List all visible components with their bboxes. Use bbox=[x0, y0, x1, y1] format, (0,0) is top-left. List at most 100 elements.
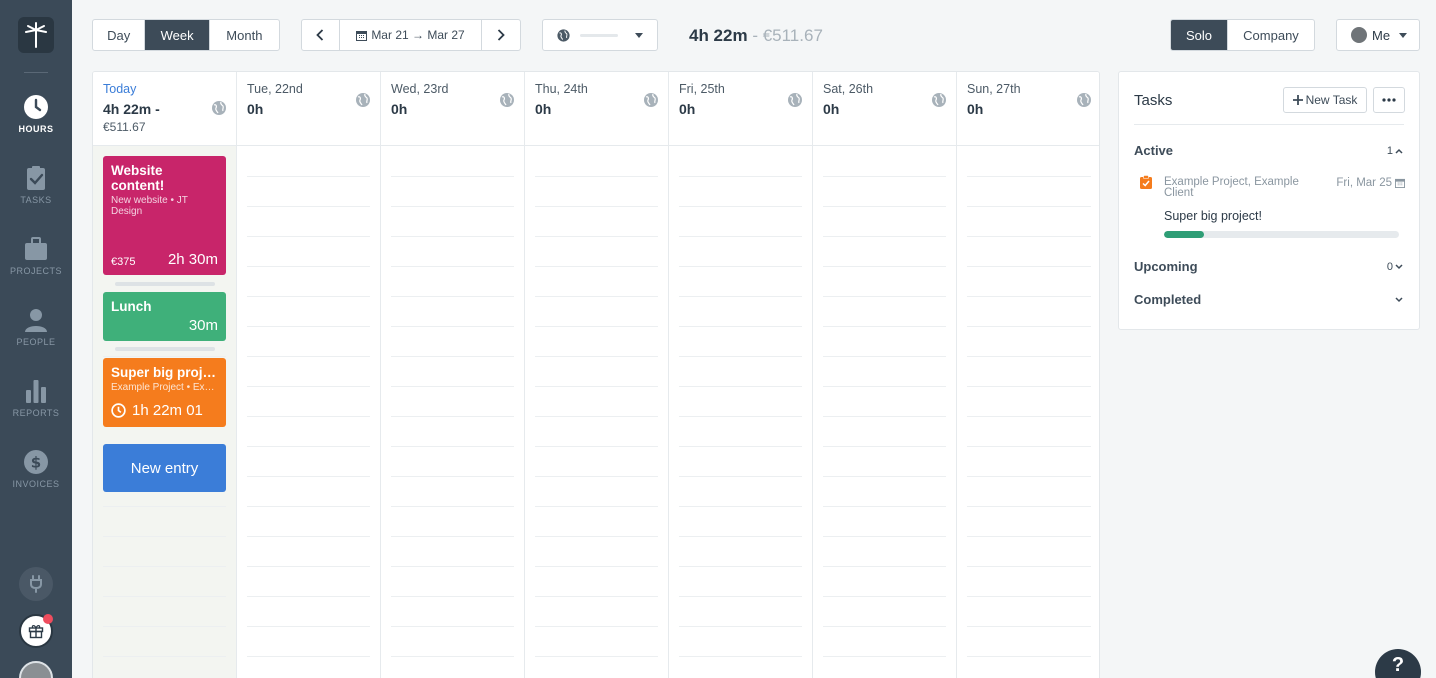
filter-dropdown[interactable] bbox=[542, 19, 658, 51]
task-item[interactable]: Example Project, Example Client Fri, Mar… bbox=[1139, 172, 1405, 242]
entry-title: Website content! bbox=[111, 163, 165, 193]
section-label: Completed bbox=[1134, 292, 1202, 307]
tasks-section-completed[interactable]: Completed bbox=[1134, 292, 1403, 307]
time-grid bbox=[679, 176, 802, 678]
sidebar-item-projects[interactable]: PROJECTS bbox=[0, 236, 72, 276]
view-switcher: Day Week Month bbox=[92, 19, 280, 51]
day-label: Tue, 22nd bbox=[247, 82, 303, 96]
week-total: 4h 22m - €511.67 bbox=[689, 26, 823, 46]
prev-week-button[interactable] bbox=[302, 20, 340, 50]
logo[interactable] bbox=[18, 17, 54, 53]
tasks-section-active[interactable]: Active 1 bbox=[1134, 143, 1403, 158]
time-entry-lunch[interactable]: Lunch 30m bbox=[103, 292, 226, 341]
user-dropdown-label: Me bbox=[1372, 27, 1391, 43]
section-count: 1 bbox=[1386, 144, 1393, 157]
entry-resize-handle[interactable] bbox=[115, 282, 215, 286]
time-entry-super-big-project[interactable]: Super big project! Example Project • Exa… bbox=[103, 358, 226, 427]
task-clipboard-icon bbox=[1140, 175, 1152, 189]
sidebar-divider bbox=[24, 72, 48, 73]
task-name: Super big project! bbox=[1164, 209, 1262, 223]
task-progress-fill bbox=[1164, 231, 1204, 238]
globe-icon[interactable] bbox=[499, 92, 515, 108]
sidebar: HOURS TASKS PROJECTS PEOPLE REPORTS $ IN… bbox=[0, 0, 72, 678]
more-options-button[interactable] bbox=[1373, 87, 1405, 113]
day-column-tue[interactable]: Tue, 22nd 0h bbox=[237, 72, 381, 678]
user-dropdown[interactable]: Me bbox=[1336, 19, 1420, 51]
notification-badge bbox=[43, 614, 53, 624]
task-progress-bar bbox=[1164, 231, 1399, 238]
sidebar-item-label: PROJECTS bbox=[9, 266, 62, 276]
entry-duration: 2h 30m bbox=[167, 251, 218, 268]
sidebar-item-people[interactable]: PEOPLE bbox=[0, 307, 72, 347]
day-hours: 0h bbox=[535, 101, 552, 117]
day-header: Thu, 24th 0h bbox=[525, 72, 668, 146]
calendar-icon bbox=[356, 30, 368, 41]
user-avatar[interactable] bbox=[19, 661, 53, 678]
section-label: Upcoming bbox=[1134, 259, 1198, 274]
calendar-icon bbox=[1395, 178, 1405, 188]
running-timer[interactable]: 1h 22m 01 bbox=[111, 402, 203, 419]
sidebar-item-label: INVOICES bbox=[12, 479, 60, 489]
help-button[interactable]: ? bbox=[1375, 649, 1421, 678]
tasks-panel: Tasks New Task Active 1 Example Project,… bbox=[1118, 71, 1420, 330]
chevron-down-icon bbox=[1395, 263, 1403, 269]
new-task-button[interactable]: New Task bbox=[1283, 87, 1367, 113]
day-hours: 0h bbox=[967, 101, 984, 117]
day-header: Today 4h 22m - €511.67 bbox=[93, 72, 236, 146]
day-hours: 4h 22m - bbox=[103, 101, 160, 117]
whats-new-button[interactable] bbox=[19, 614, 53, 648]
day-column-wed[interactable]: Wed, 23rd 0h bbox=[381, 72, 525, 678]
chevron-left-icon bbox=[316, 29, 324, 41]
time-grid bbox=[247, 176, 370, 678]
sidebar-item-invoices[interactable]: $ INVOICES bbox=[0, 449, 72, 489]
day-column-today[interactable]: Today 4h 22m - €511.67 Website content! … bbox=[93, 72, 237, 678]
globe-icon[interactable] bbox=[931, 92, 947, 108]
day-column-sun[interactable]: Sun, 27th 0h bbox=[957, 72, 1099, 678]
globe-icon[interactable] bbox=[1076, 92, 1092, 108]
new-task-label: New Task bbox=[1305, 93, 1358, 107]
section-label: Active bbox=[1134, 143, 1174, 158]
sidebar-item-tasks[interactable]: TASKS bbox=[0, 165, 72, 205]
globe-icon[interactable] bbox=[643, 92, 659, 108]
sidebar-item-reports[interactable]: REPORTS bbox=[0, 378, 72, 418]
next-week-button[interactable] bbox=[482, 20, 520, 50]
integrations-button[interactable] bbox=[19, 567, 53, 601]
entry-resize-handle[interactable] bbox=[115, 347, 215, 351]
chevron-down-icon bbox=[1395, 296, 1403, 302]
clock-icon bbox=[111, 403, 126, 418]
day-label: Today bbox=[103, 82, 137, 96]
day-label: Thu, 24th bbox=[535, 82, 588, 96]
time-grid bbox=[967, 176, 1091, 678]
globe-icon[interactable] bbox=[787, 92, 803, 108]
view-day-button[interactable]: Day bbox=[93, 20, 146, 50]
caret-down-icon bbox=[1399, 32, 1407, 38]
time-grid bbox=[535, 176, 658, 678]
new-entry-button[interactable]: New entry bbox=[103, 444, 226, 492]
day-hours: 0h bbox=[391, 101, 408, 117]
week-total-money: €511.67 bbox=[762, 26, 823, 45]
time-entry-website-content[interactable]: Website content! New website • JT Design… bbox=[103, 156, 226, 275]
date-range-button[interactable]: Mar 21 → Mar 27 bbox=[340, 20, 483, 50]
mode-solo-button[interactable]: Solo bbox=[1171, 20, 1228, 50]
day-column-thu[interactable]: Thu, 24th 0h bbox=[525, 72, 669, 678]
mode-switcher: Solo Company bbox=[1170, 19, 1315, 51]
globe-icon[interactable] bbox=[211, 100, 227, 116]
view-week-button[interactable]: Week bbox=[145, 20, 210, 50]
sidebar-item-hours[interactable]: HOURS bbox=[0, 94, 72, 134]
day-hours: 0h bbox=[679, 101, 696, 117]
entry-subtitle: Example Project • Example Client bbox=[111, 382, 218, 393]
chevron-up-icon bbox=[1395, 148, 1403, 154]
globe-icon[interactable] bbox=[355, 92, 371, 108]
time-grid bbox=[391, 176, 514, 678]
day-column-sat[interactable]: Sat, 26th 0h bbox=[813, 72, 957, 678]
plug-icon bbox=[30, 575, 42, 593]
tasks-title: Tasks bbox=[1134, 92, 1173, 109]
view-month-button[interactable]: Month bbox=[210, 20, 279, 50]
day-column-fri[interactable]: Fri, 25th 0h bbox=[669, 72, 813, 678]
mode-company-button[interactable]: Company bbox=[1228, 20, 1314, 50]
day-label: Sun, 27th bbox=[967, 82, 1021, 96]
entry-title: Lunch bbox=[111, 299, 152, 314]
day-money: €511.67 bbox=[103, 120, 146, 134]
chevron-right-icon bbox=[498, 29, 505, 41]
tasks-section-upcoming[interactable]: Upcoming 0 bbox=[1134, 259, 1403, 274]
